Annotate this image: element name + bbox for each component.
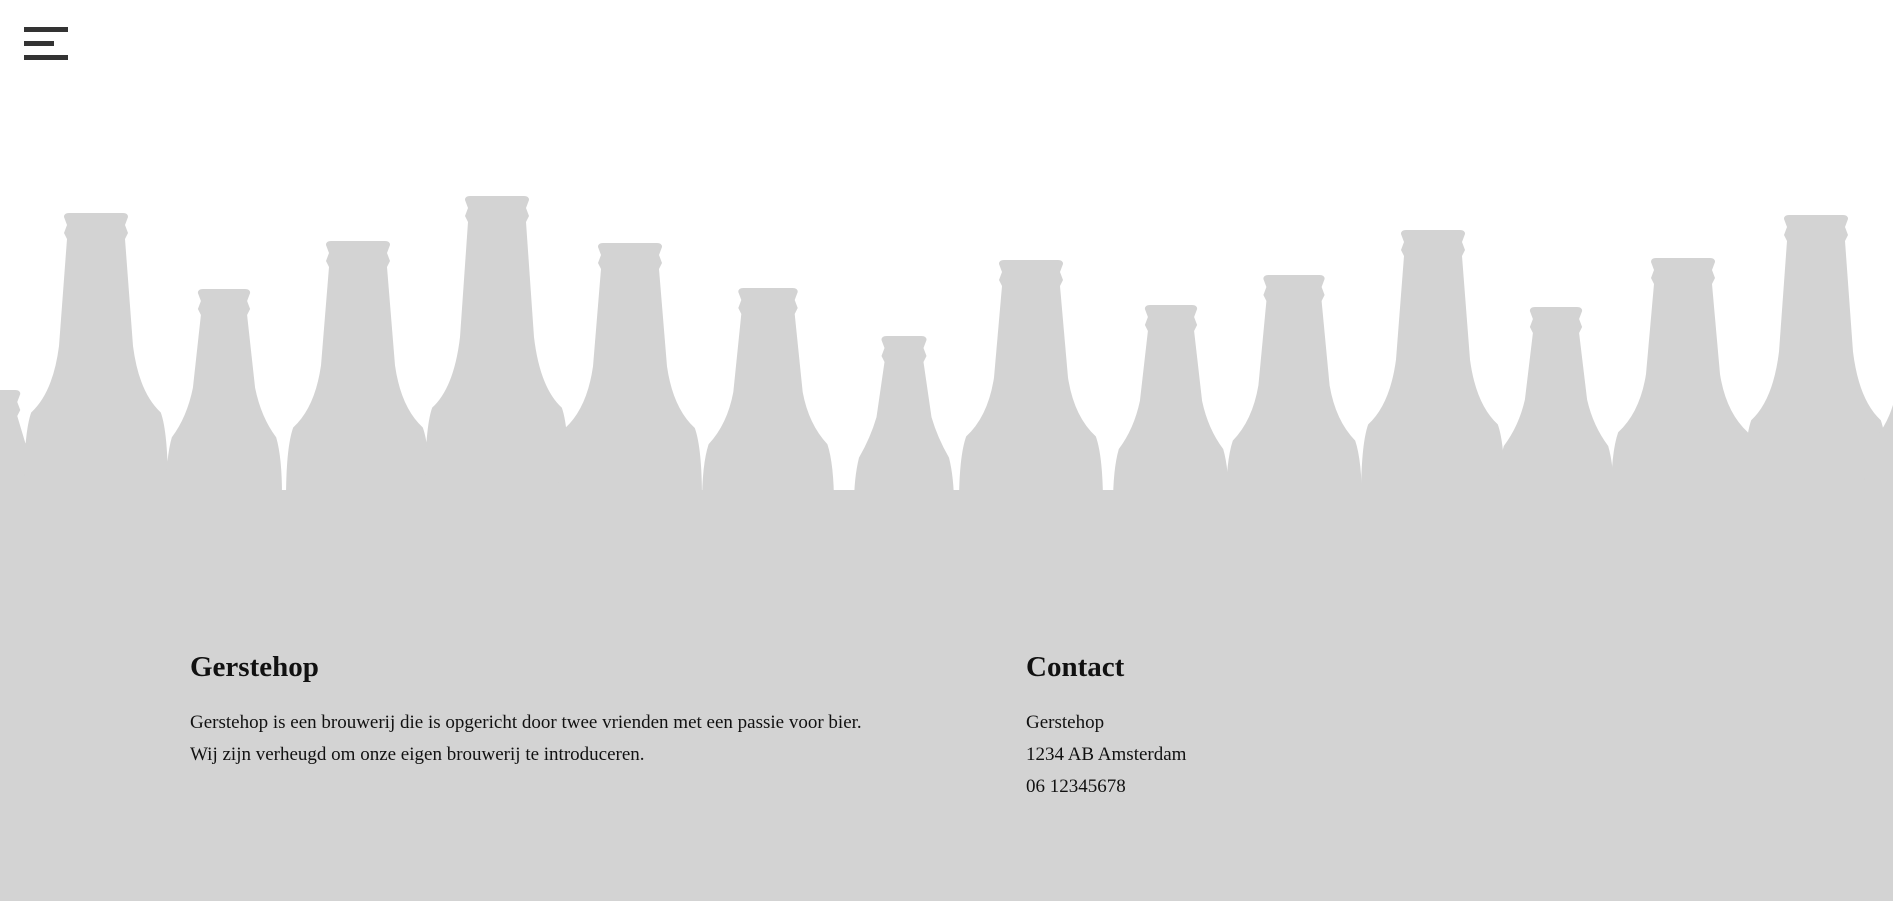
contact-name: Gerstehop [1026,712,1105,733]
bottle-silhouette [702,288,834,505]
bottle-silhouette [558,243,702,500]
bottle-silhouette [1113,305,1229,505]
contact-phone: 06 12345678 [1026,776,1126,797]
bottle-silhouette [1864,404,1893,500]
bottle-silhouette [1611,258,1755,500]
bottle-silhouette [286,241,430,500]
footer-contact-title: Contact [1026,651,1125,683]
bottle-silhouette [1226,275,1362,505]
bottle-silhouette [24,213,168,490]
bottle-silhouette [1498,307,1614,500]
footer-contact: Contact Gerstehop 1234 AB Amsterdam 06 1… [1026,649,1426,803]
footer-about-title: Gerstehop [190,651,319,683]
footer-about-text: Gerstehop is een brouwerij die is opgeri… [190,712,862,765]
contact-address: 1234 AB Amsterdam [1026,744,1187,765]
bottle-silhouette [854,336,954,505]
bottle-silhouette [1361,230,1505,500]
bottle-silhouette [959,260,1103,505]
footer: Gerstehop Gerstehop is een brouwerij die… [0,500,1893,901]
bottle-silhouette [425,196,569,490]
footer-about: Gerstehop Gerstehop is een brouwerij die… [190,649,890,771]
bottle-silhouette [166,289,282,495]
bottle-silhouette [1744,215,1888,500]
